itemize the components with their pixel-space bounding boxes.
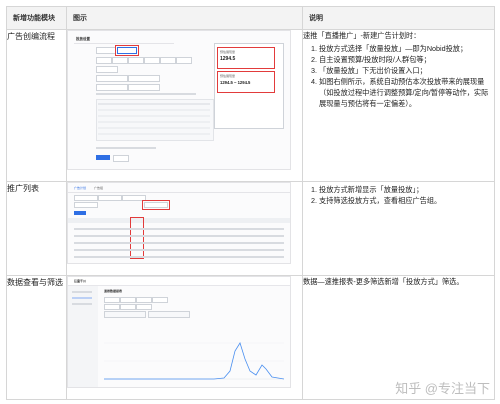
option-box[interactable] [112, 57, 128, 64]
option-box[interactable] [128, 75, 160, 82]
estimate-range: 1294.5 ~ 1294.5 [220, 80, 251, 85]
filter-box[interactable] [98, 195, 122, 201]
option-box[interactable] [160, 57, 176, 64]
option-box[interactable] [128, 57, 144, 64]
metric-card[interactable] [148, 311, 190, 318]
filter-box[interactable] [74, 195, 98, 201]
desc-intro: 速推「直播推广」-新建广告计划时： [303, 31, 421, 40]
header-illustration: 图示 [66, 6, 303, 30]
grid-row [98, 109, 210, 111]
divider [68, 192, 290, 193]
header-module: 新增功能模块 [6, 6, 67, 30]
page-title: 速推数据报表 [104, 289, 123, 293]
option-box[interactable] [128, 84, 160, 91]
table-row: 推广列表 广告计划 广告组 1. 投放方式新增显示「放量投放」； 2. 支持筛选… [6, 181, 495, 276]
document: 新增功能模块 图示 说明 广告创编流程 投放设置 预估展现量 1294.5 预估… [6, 6, 495, 400]
cancel-button[interactable] [113, 155, 129, 162]
row-description: 速推「直播推广」-新建广告计划时： 投放方式选择「放量投放」—即为Nobid投放… [302, 29, 495, 182]
row-illustration: 投放设置 预估展现量 1294.5 预估展现量 1294.5 ~ 1294.5 [66, 29, 303, 182]
table-row[interactable] [74, 228, 284, 230]
estimate-value: 1294.5 [220, 56, 236, 62]
filter-box[interactable] [136, 304, 152, 310]
campaign-create-screenshot: 投放设置 预估展现量 1294.5 预估展现量 1294.5 ~ 1294.5 [67, 30, 291, 170]
table-row[interactable] [74, 242, 284, 244]
top-nav [68, 277, 290, 286]
header-description: 说明 [302, 6, 495, 30]
filter-box[interactable] [120, 304, 136, 310]
feature-table: 新增功能模块 图示 说明 广告创编流程 投放设置 预估展现量 1294.5 预估… [6, 6, 495, 400]
hint-text [96, 93, 196, 95]
option-box[interactable] [96, 75, 128, 82]
new-button[interactable] [74, 211, 86, 215]
brand-logo: 巨量千川 [74, 279, 87, 283]
column-highlight [130, 217, 144, 259]
row-description: 投放方式新增显示「放量投放」； 支持筛选投放方式，查看相应广告组。 [302, 181, 495, 276]
sidebar-item[interactable] [72, 303, 92, 305]
option-box[interactable] [144, 57, 160, 64]
estimate-label: 预估展现量 [220, 50, 236, 54]
desc-text: 数据—速推报表-更多筛选新增「投放方式」筛选。 [303, 277, 464, 286]
list-item: 如图右侧所示，系统自动预估本次投放带来的展现量（如投放过程中进行调整预算/定向/… [319, 76, 494, 109]
grid-header [98, 103, 210, 105]
trend-chart [104, 342, 284, 380]
filter-box[interactable] [74, 202, 98, 208]
tab-campaign[interactable]: 广告计划 [74, 186, 86, 190]
row-module-name: 数据查看与筛选 [6, 275, 67, 400]
filter-highlight [142, 200, 170, 210]
screenshot-title: 投放设置 [76, 37, 90, 41]
filter-box[interactable] [104, 297, 120, 303]
desc-list: 投放方式新增显示「放量投放」； 支持筛选投放方式，查看相应广告组。 [303, 184, 494, 206]
hint-text [96, 147, 156, 149]
sidebar-item[interactable] [72, 291, 92, 293]
grid-row [98, 127, 210, 129]
input-box[interactable] [96, 66, 118, 73]
list-item: 自主设置预算/投放时段/人群包等； [319, 54, 494, 65]
grid-row [98, 115, 210, 117]
table-row[interactable] [74, 249, 284, 251]
list-item: 投放方式新增显示「放量投放」； [319, 184, 494, 195]
watermark: 知乎 @专注当下 [395, 381, 490, 396]
grid-row [98, 121, 210, 123]
table-row: 广告创编流程 投放设置 预估展现量 1294.5 预估展现量 1294.5 ~ … [6, 29, 495, 182]
sidebar [68, 286, 98, 387]
table-head [68, 218, 290, 223]
filter-box[interactable] [104, 304, 120, 310]
data-report-screenshot: 巨量千川 速推数据报表 [67, 276, 291, 388]
campaign-list-screenshot: 广告计划 广告组 [67, 182, 291, 264]
option-box[interactable] [96, 57, 112, 64]
option-box[interactable] [96, 84, 128, 91]
sidebar-item-active[interactable] [72, 297, 92, 299]
row-illustration: 巨量千川 速推数据报表 [66, 275, 303, 400]
filter-box[interactable] [120, 297, 136, 303]
option-box[interactable] [96, 47, 116, 54]
row-module-name: 推广列表 [6, 181, 67, 276]
row-module-name: 广告创编流程 [6, 29, 67, 182]
grid-row [98, 133, 210, 135]
tab-adgroup[interactable]: 广告组 [94, 186, 103, 190]
estimate-label: 预估展现量 [220, 74, 236, 78]
row-illustration: 广告计划 广告组 [66, 181, 303, 276]
list-item: 投放方式选择「放量投放」—即为Nobid投放； [319, 43, 494, 54]
filter-box[interactable] [136, 297, 152, 303]
metric-card[interactable] [104, 311, 146, 318]
table-header-row: 新增功能模块 图示 说明 [6, 6, 495, 30]
filter-box[interactable] [152, 297, 168, 303]
desc-list: 投放方式选择「放量投放」—即为Nobid投放； 自主设置预算/投放时段/人群包等… [303, 43, 494, 109]
submit-button[interactable] [96, 155, 110, 160]
table-row[interactable] [74, 256, 284, 258]
list-item: 支持筛选投放方式，查看相应广告组。 [319, 195, 494, 206]
highlight-frame [115, 45, 139, 56]
list-item: 「放量投放」下无出价设置入口； [319, 65, 494, 76]
table-row[interactable] [74, 235, 284, 237]
option-box[interactable] [176, 57, 192, 64]
divider [74, 43, 174, 44]
